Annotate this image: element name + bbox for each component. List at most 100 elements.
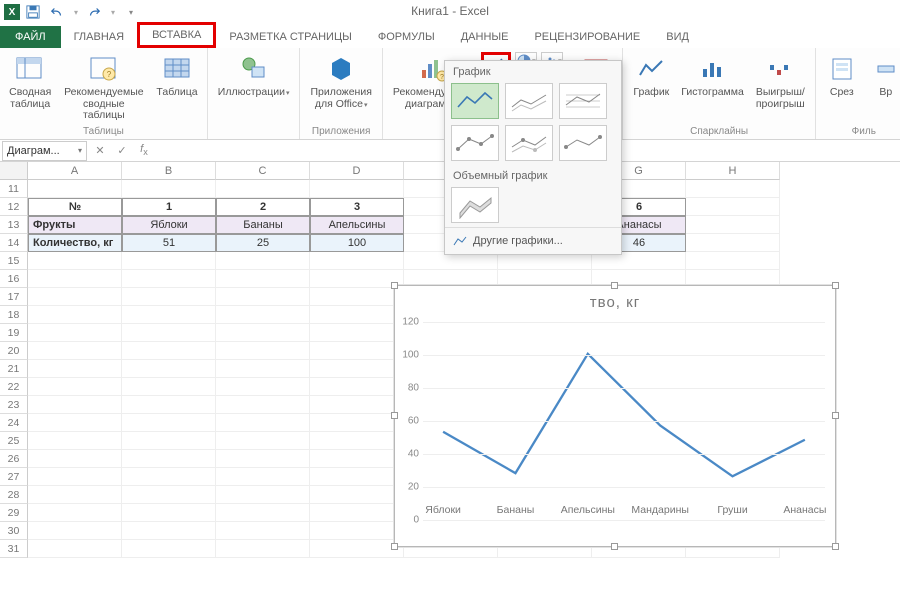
cell[interactable] xyxy=(28,504,122,522)
cell[interactable] xyxy=(216,540,310,558)
cell[interactable] xyxy=(122,270,216,288)
cell[interactable] xyxy=(122,414,216,432)
cell[interactable] xyxy=(310,378,404,396)
row-header[interactable]: 18 xyxy=(0,306,28,324)
illustrations-button[interactable]: Иллюстрации▾ xyxy=(214,51,294,101)
cell[interactable] xyxy=(28,396,122,414)
redo-button[interactable] xyxy=(83,2,105,22)
select-all-corner[interactable] xyxy=(0,162,28,180)
cell[interactable] xyxy=(28,306,122,324)
cell[interactable] xyxy=(28,486,122,504)
cell[interactable] xyxy=(216,288,310,306)
cell[interactable] xyxy=(122,378,216,396)
sparkline-winloss-button[interactable]: Выигрыш/ проигрыш xyxy=(752,51,809,112)
cell[interactable]: Фрукты xyxy=(28,216,122,234)
cell[interactable] xyxy=(216,432,310,450)
row-header[interactable]: 12 xyxy=(0,198,28,216)
cell[interactable] xyxy=(122,432,216,450)
cell[interactable] xyxy=(122,252,216,270)
col-header-H[interactable]: H xyxy=(686,162,780,180)
row-header[interactable]: 27 xyxy=(0,468,28,486)
cell[interactable] xyxy=(310,342,404,360)
cell[interactable] xyxy=(122,324,216,342)
cell[interactable] xyxy=(216,504,310,522)
cell[interactable] xyxy=(122,540,216,558)
cell[interactable] xyxy=(310,396,404,414)
tab-page-layout[interactable]: РАЗМЕТКА СТРАНИЦЫ xyxy=(216,26,364,48)
sparkline-column-button[interactable]: Гистограмма xyxy=(677,51,748,101)
tab-insert[interactable]: ВСТАВКА xyxy=(137,22,216,48)
cell[interactable]: 25 xyxy=(216,234,310,252)
row-header[interactable]: 20 xyxy=(0,342,28,360)
cell[interactable] xyxy=(122,288,216,306)
tab-data[interactable]: ДАННЫЕ xyxy=(448,26,522,48)
row-header[interactable]: 29 xyxy=(0,504,28,522)
fx-icon[interactable]: fx xyxy=(133,143,155,157)
cell[interactable]: 1 xyxy=(122,198,216,216)
chart-type-100stacked-line[interactable] xyxy=(559,83,607,119)
col-header-A[interactable]: A xyxy=(28,162,122,180)
pivot-table-button[interactable]: Сводная таблица xyxy=(6,51,54,112)
tab-view[interactable]: ВИД xyxy=(653,26,702,48)
cell[interactable] xyxy=(216,522,310,540)
cell[interactable] xyxy=(122,486,216,504)
cell[interactable] xyxy=(122,396,216,414)
cell[interactable] xyxy=(216,396,310,414)
col-header-B[interactable]: B xyxy=(122,162,216,180)
row-header[interactable]: 14 xyxy=(0,234,28,252)
chart-type-100stacked-line-markers[interactable] xyxy=(559,125,607,161)
cell[interactable] xyxy=(216,360,310,378)
cell[interactable] xyxy=(122,450,216,468)
cell[interactable] xyxy=(216,450,310,468)
cell[interactable] xyxy=(310,450,404,468)
slicer-button[interactable]: Срез xyxy=(822,51,862,101)
cell[interactable] xyxy=(122,360,216,378)
table-button[interactable]: Таблица xyxy=(153,51,201,101)
cell[interactable] xyxy=(310,414,404,432)
cell[interactable] xyxy=(216,306,310,324)
office-apps-button[interactable]: Приложения для Office▾ xyxy=(306,51,375,112)
cell[interactable] xyxy=(28,288,122,306)
row-header[interactable]: 30 xyxy=(0,522,28,540)
cell[interactable] xyxy=(28,180,122,198)
row-header[interactable]: 31 xyxy=(0,540,28,558)
tab-file[interactable]: ФАЙЛ xyxy=(0,26,61,48)
cell[interactable] xyxy=(310,468,404,486)
cell[interactable]: № xyxy=(28,198,122,216)
cell[interactable] xyxy=(122,306,216,324)
cell[interactable] xyxy=(28,540,122,558)
cell[interactable]: 3 xyxy=(310,198,404,216)
chart-type-line-markers[interactable] xyxy=(451,125,499,161)
row-header[interactable]: 15 xyxy=(0,252,28,270)
cell[interactable]: Апельсины xyxy=(310,216,404,234)
col-header-C[interactable]: C xyxy=(216,162,310,180)
cell[interactable] xyxy=(122,522,216,540)
cell[interactable]: Бананы xyxy=(216,216,310,234)
cell[interactable] xyxy=(310,270,404,288)
cell[interactable]: 2 xyxy=(216,198,310,216)
cancel-formula-icon[interactable]: ✕ xyxy=(89,144,111,157)
cell[interactable] xyxy=(28,342,122,360)
cell[interactable] xyxy=(310,486,404,504)
chart-title[interactable]: тво, кг xyxy=(395,286,835,319)
cell[interactable] xyxy=(310,180,404,198)
enter-formula-icon[interactable]: ✓ xyxy=(111,144,133,157)
cell[interactable] xyxy=(310,288,404,306)
more-line-charts[interactable]: Другие графики... xyxy=(445,227,621,254)
cell[interactable] xyxy=(122,180,216,198)
cell[interactable] xyxy=(310,432,404,450)
cell[interactable] xyxy=(216,342,310,360)
cell[interactable] xyxy=(28,522,122,540)
cell[interactable] xyxy=(686,216,780,234)
row-header[interactable]: 19 xyxy=(0,324,28,342)
cell[interactable]: Количество, кг xyxy=(28,234,122,252)
save-button[interactable] xyxy=(22,2,44,22)
cell[interactable] xyxy=(122,504,216,522)
tab-review[interactable]: РЕЦЕНЗИРОВАНИЕ xyxy=(521,26,653,48)
row-header[interactable]: 28 xyxy=(0,486,28,504)
cell[interactable] xyxy=(122,342,216,360)
cell[interactable] xyxy=(28,414,122,432)
cell[interactable] xyxy=(216,378,310,396)
cell[interactable] xyxy=(216,486,310,504)
chart-type-3d-line[interactable] xyxy=(451,187,499,223)
